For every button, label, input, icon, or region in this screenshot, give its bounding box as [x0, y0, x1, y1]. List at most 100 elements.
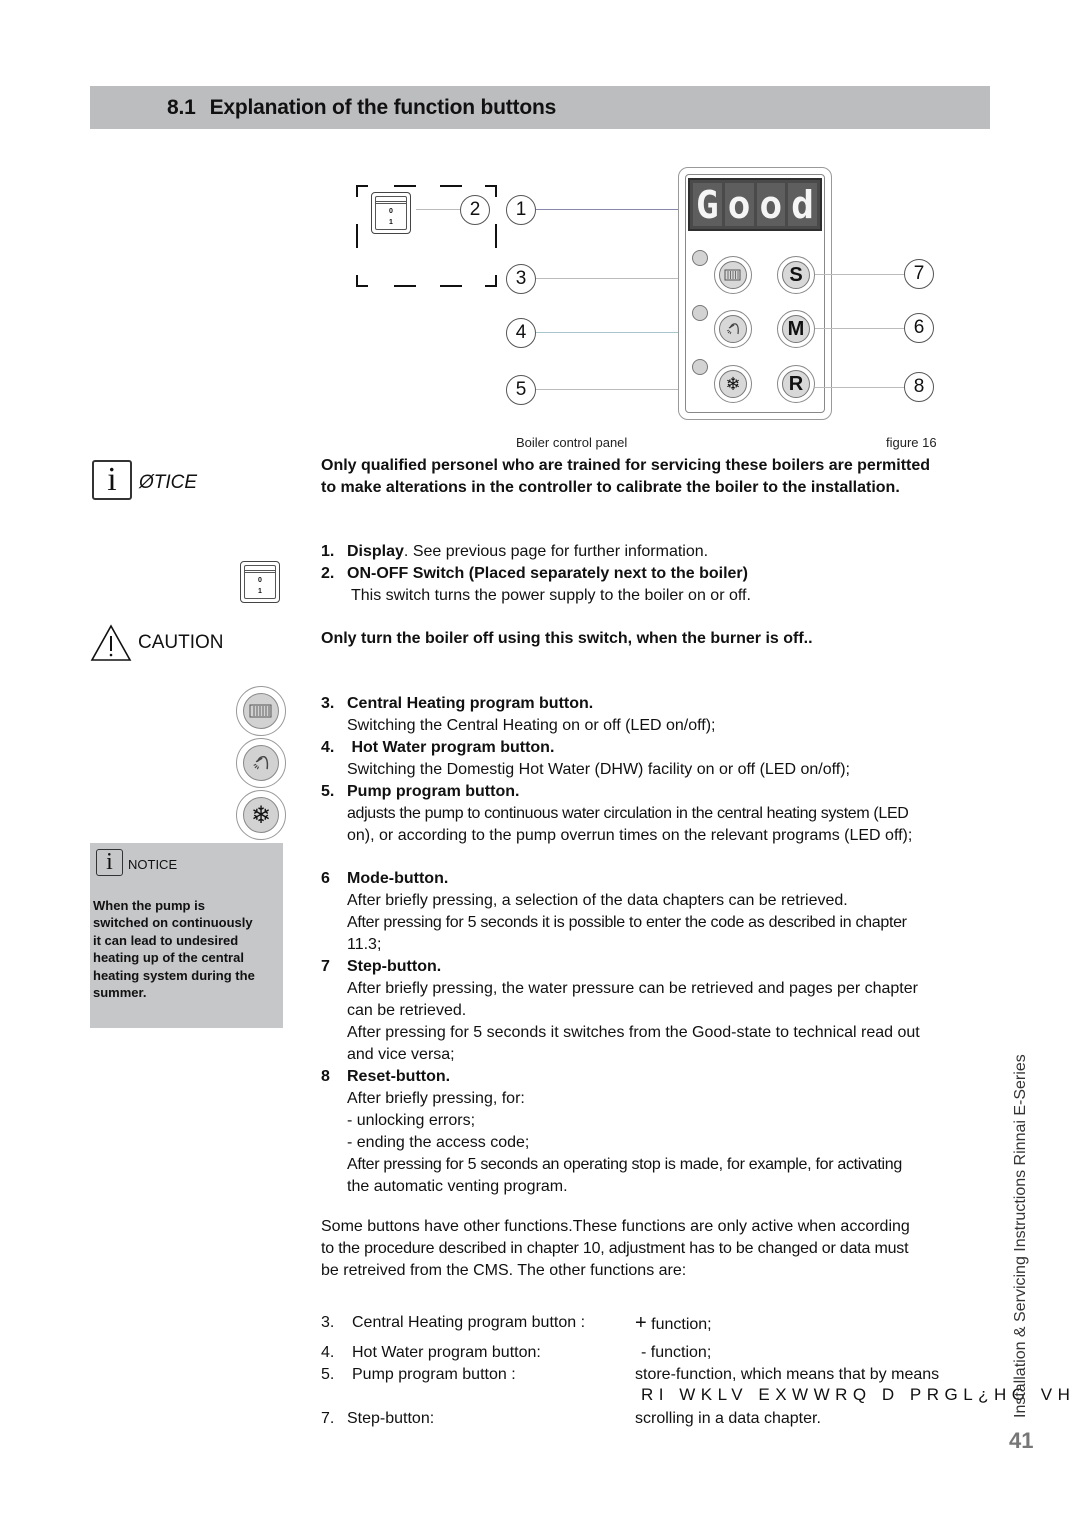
callout-4: 4: [506, 318, 536, 348]
switch-label-1: 1: [258, 588, 262, 595]
radiator-icon: [243, 693, 279, 729]
dashed-frame-segment: [394, 185, 416, 187]
item-description: After pressing for 5 seconds it switches…: [347, 1024, 920, 1041]
notice-text-line: When the pump is: [93, 898, 205, 913]
program-buttons-list: 3. Central Heating program button. Switch…: [321, 693, 1001, 847]
display-digit: d: [788, 183, 817, 227]
page-number: 41: [1009, 1428, 1034, 1453]
leader-line: [815, 387, 904, 388]
other-functions-intro: Some buttons have other functions.These …: [321, 1216, 1001, 1282]
callout-2: 2: [460, 195, 490, 225]
notice-text-line: Only qualified personel who are trained …: [321, 457, 931, 474]
item-description: After briefly pressing, for:: [347, 1090, 525, 1107]
item-number: 2.: [321, 565, 335, 582]
item-number: 5.: [321, 783, 335, 800]
dashed-frame-corner: [485, 275, 497, 287]
radiator-icon: [719, 261, 747, 289]
item-title: Pump program button.: [347, 783, 520, 800]
row-button-name: Central Heating program button :: [352, 1314, 586, 1331]
item-title: Mode-button.: [347, 870, 449, 887]
item-description: - ending the access code;: [347, 1134, 530, 1151]
dashed-frame-segment: [495, 224, 497, 248]
callout-1: 1: [506, 195, 536, 225]
item-title: ON-OFF Switch (Placed separately next to…: [347, 565, 748, 582]
row-button-name: Step-button:: [347, 1410, 435, 1427]
callout-8: 8: [904, 372, 934, 402]
notice-text-line: heating system during the: [93, 967, 255, 983]
item-description: After briefly pressing, a selection of t…: [347, 892, 848, 909]
notice-label: NOTICE: [128, 857, 178, 872]
row-number: 5.: [321, 1366, 335, 1383]
item-description: After pressing for 5 seconds it is possi…: [347, 914, 907, 931]
item-pump: 5. Pump program button.: [321, 781, 1001, 803]
section-title-text: Explanation of the function buttons: [209, 96, 557, 119]
hot-water-button-icon: [236, 738, 286, 788]
item-description: on), or according to the pump overrun ti…: [347, 827, 913, 844]
row-function: function;: [646, 1316, 712, 1333]
item-on-off-switch: 2. ON-OFF Switch (Placed separately next …: [321, 563, 748, 585]
leader-line: [536, 209, 688, 210]
caution-text: Only turn the boiler off using this swit…: [321, 630, 813, 647]
info-icon: i: [96, 849, 123, 876]
item-description: . See previous page for further informat…: [403, 543, 709, 560]
mode-button-letter: M: [782, 315, 810, 343]
other-function-row: 7. Step-button:: [321, 1408, 434, 1430]
caution-label: CAUTION: [138, 632, 224, 653]
switch-label-0: 0: [389, 208, 393, 215]
item-title: Hot Water program button.: [347, 739, 555, 756]
other-function-value: store-function, which means that by mean…: [635, 1366, 940, 1383]
item-description: - unlocking errors;: [347, 1112, 476, 1129]
callout-3: 3: [506, 264, 536, 294]
paragraph-line: to the procedure described in chapter 10…: [321, 1240, 909, 1257]
notice-text-line: switched on continuously: [93, 915, 253, 931]
item-number: 8: [321, 1068, 330, 1085]
dashed-frame-segment: [440, 285, 462, 287]
item-number: 1.: [321, 543, 335, 560]
shower-icon: [719, 315, 747, 343]
item-hot-water: 4. Hot Water program button.: [321, 737, 1001, 759]
other-function-value-line2: RI WKLV EXWWRQ D PRGL¿HG VH: [641, 1385, 1076, 1404]
other-function-row: 5. Pump program button :: [321, 1364, 516, 1386]
item-description: Switching the Domestig Hot Water (DHW) f…: [347, 761, 850, 778]
pump-button: ❄: [714, 365, 752, 403]
other-function-row: 3. Central Heating program button :: [321, 1312, 585, 1334]
callout-6: 6: [904, 313, 934, 343]
item-description: After briefly pressing, the water pressu…: [347, 980, 918, 997]
item-description: adjusts the pump to continuous water cir…: [347, 805, 909, 822]
row-number: 7.: [321, 1410, 335, 1427]
dashed-frame-segment: [356, 224, 358, 248]
row-button-name: Hot Water program button:: [352, 1344, 541, 1361]
item-description: 11.3;: [347, 936, 382, 953]
item-title: Step-button.: [347, 958, 442, 975]
shower-icon: [243, 745, 279, 781]
snowflake-icon: ❄: [719, 370, 747, 398]
mode-button: M: [777, 310, 815, 348]
display-digit: o: [756, 183, 786, 227]
on-off-switch-icon: 0 1: [371, 192, 411, 234]
document-title-vertical: Installation & Servicing Instructions Ri…: [1012, 1054, 1029, 1418]
item-display: 1. Display. See previous page for further…: [321, 541, 708, 563]
led-central-heating: [692, 250, 708, 266]
leader-line: [815, 328, 904, 329]
item-mode: 6 Mode-button.: [321, 868, 1001, 890]
dashed-frame-segment: [394, 285, 416, 287]
other-function-row: 4. Hot Water program button:: [321, 1342, 541, 1364]
switch-label-1: 1: [389, 219, 393, 226]
led-hot-water: [692, 305, 708, 321]
item-description: Switching the Central Heating on or off …: [347, 717, 716, 734]
notice-text-line: summer.: [93, 985, 147, 1001]
hot-water-button: [714, 310, 752, 348]
on-off-switch-icon: 0 1: [240, 561, 280, 603]
dashed-frame-corner: [356, 185, 368, 197]
item-description: the automatic venting program.: [347, 1178, 568, 1195]
item-description: After pressing for 5 seconds an operatin…: [347, 1156, 902, 1173]
item-number: 4.: [321, 739, 335, 756]
paragraph-line: be retreived from the CMS. The other fun…: [321, 1262, 687, 1279]
item-description: This switch turns the power supply to th…: [351, 587, 751, 604]
callout-5: 5: [506, 375, 536, 405]
row-number: 3.: [321, 1314, 335, 1331]
row-function: function;: [646, 1344, 712, 1361]
display-digit: o: [724, 183, 754, 227]
pump-notice-text: When the pump is switched on continuousl…: [93, 897, 281, 1001]
figure-number: figure 16: [886, 435, 937, 450]
